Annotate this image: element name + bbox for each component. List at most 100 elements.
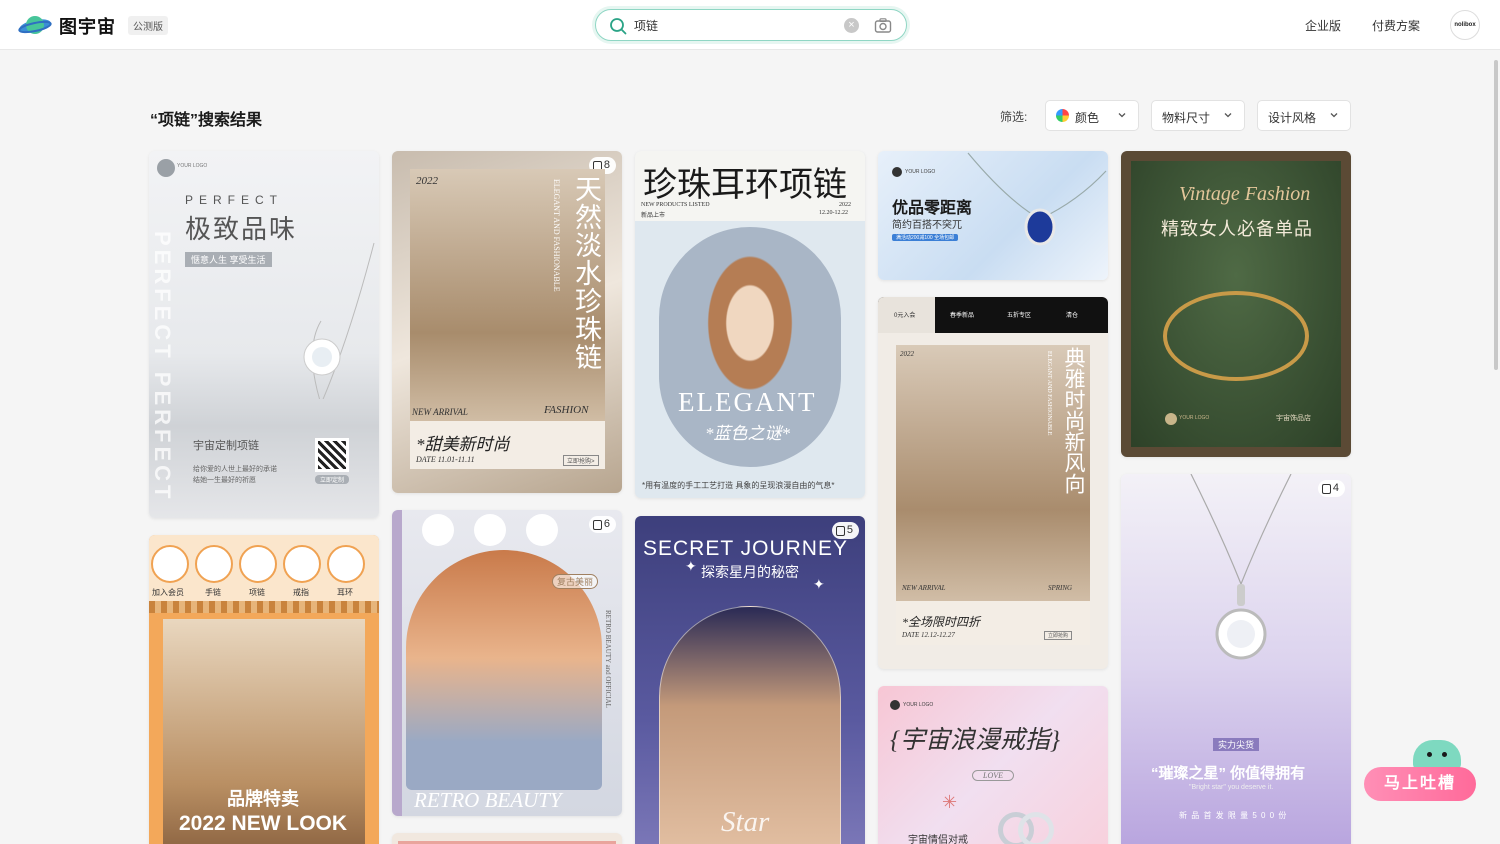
- filter-color-dropdown[interactable]: 颜色: [1045, 100, 1139, 131]
- card-cta: 立即抢购: [1044, 631, 1073, 640]
- logo-placeholder-icon: [157, 159, 175, 177]
- card-date-range: 12.20-12.22: [819, 210, 848, 216]
- product-date: DATE 12.12-12.27: [902, 631, 955, 639]
- decorative-side-bar: [392, 510, 402, 816]
- filter-size-dropdown[interactable]: 物料尺寸: [1151, 100, 1245, 131]
- product-desc-1: 给你爱的人世上最好的承诺: [193, 466, 277, 473]
- search-icon: [610, 18, 627, 35]
- card-word-cn: *蓝色之谜*: [705, 424, 790, 443]
- category-label: 手链: [205, 588, 221, 597]
- card-tag: 实力尖货: [1213, 738, 1260, 751]
- pages-icon: [835, 525, 845, 536]
- mascot-icon[interactable]: [1413, 740, 1461, 770]
- logo-placeholder-icon: [1165, 413, 1177, 425]
- template-card-perfect[interactable]: YOUR LOGO PERFECT 极致品味 惬意人生 享受生活 PERFECT…: [149, 151, 379, 518]
- camera-search-icon[interactable]: [874, 17, 892, 34]
- page-count-badge: 6: [588, 516, 616, 533]
- category-label: 耳环: [337, 588, 353, 597]
- card-title: 典雅时尚新风向: [1062, 347, 1085, 494]
- template-card-brand-sale[interactable]: 8 加入会员 手链 项链 戒指 耳环 品牌特卖 2022 NEW LOOK: [149, 535, 379, 844]
- chevron-down-icon: [1224, 113, 1232, 118]
- page-count-badge: 4: [1317, 480, 1345, 497]
- filter-label: 筛选:: [1000, 110, 1028, 124]
- card-tab: 春季新品: [950, 313, 975, 319]
- jewelry-thumb-icon: [474, 514, 506, 546]
- template-card-partial[interactable]: [392, 833, 622, 844]
- product-name: 宇宙情侣对戒: [908, 835, 968, 844]
- template-card-zero-distance[interactable]: YOUR LOGO 优品零距离 简约百搭不突兀 满活动200减100 全场包邮: [878, 151, 1108, 280]
- feedback-button[interactable]: 马上吐槽: [1364, 767, 1476, 801]
- template-card-retro-beauty[interactable]: 6 复古美丽 RETRO BEAUTY and OFFICIAL RETRO B…: [392, 510, 622, 816]
- decorative-stripe: [149, 601, 379, 613]
- filter-size-label: 物料尺寸: [1162, 111, 1211, 125]
- pages-icon: [592, 519, 602, 530]
- page-scrollbar[interactable]: [1494, 60, 1498, 370]
- card-side-text: ELEGANT AND FASHIONABLE: [1046, 351, 1052, 436]
- card-title: 珍珠耳环项链: [643, 167, 847, 204]
- search-input[interactable]: [634, 16, 834, 34]
- card-label-left: NEW ARRIVAL: [412, 407, 468, 417]
- card-tag: 满活动200减100 全场包邮: [892, 234, 959, 241]
- necklace-illustration: [303, 242, 375, 399]
- planet-logo-icon[interactable]: [18, 12, 52, 38]
- product-desc-2: 结她一生最好的祈愿: [193, 477, 256, 484]
- card-title: {宇宙浪漫戒指}: [890, 727, 1060, 754]
- diamond-pendant-illustration: [1190, 474, 1292, 660]
- chevron-down-icon: [1330, 113, 1338, 118]
- brand-name[interactable]: 图宇宙: [59, 13, 116, 39]
- card-subtitle: "Bright star" you deserve it.: [1189, 784, 1274, 791]
- card-logo-text: YOUR LOGO: [1179, 415, 1210, 421]
- filter-color-label: 颜色: [1075, 111, 1100, 125]
- card-side-text: RETRO BEAUTY and OFFICIAL: [604, 610, 612, 708]
- card-footer-text: 新 品 首 发 限 量 5 0 0 份: [1179, 811, 1288, 820]
- category-label: 加入会员: [152, 588, 184, 597]
- card-tag: 复古美丽: [552, 574, 599, 589]
- nav-pricing[interactable]: 付费方案: [1372, 17, 1420, 34]
- filter-style-label: 设计风格: [1268, 111, 1317, 125]
- template-card-pearl-chain[interactable]: 8 2022 天然淡水珍珠链 ELEGANT AND FASHIONABLE N…: [392, 151, 622, 493]
- template-card-romantic-ring[interactable]: YOUR LOGO {宇宙浪漫戒指} LOVE ✳ 宇宙情侣对戒: [878, 686, 1108, 844]
- clear-search-icon[interactable]: ×: [844, 18, 859, 33]
- card-logo-text: YOUR LOGO: [905, 169, 936, 175]
- search-bar[interactable]: ×: [595, 9, 907, 41]
- filter-style-dropdown[interactable]: 设计风格: [1257, 100, 1351, 131]
- category-earring-icon: [327, 545, 365, 583]
- logo-placeholder-icon: [890, 700, 900, 710]
- card-side-text: PERFECT PERFECT: [150, 231, 175, 503]
- nav-enterprise[interactable]: 企业版: [1305, 17, 1341, 34]
- pages-icon: [1321, 483, 1331, 494]
- sapphire-necklace-illustration: [967, 152, 1107, 246]
- template-card-vintage-fashion[interactable]: Vintage Fashion 精致女人必备单品 YOUR LOGO 宇宙饰品店: [1121, 151, 1351, 457]
- chevron-down-icon: [1118, 113, 1126, 118]
- card-script-title: Star: [721, 806, 770, 838]
- card-tab: 清仓: [1066, 313, 1079, 319]
- color-wheel-icon: [1056, 109, 1069, 122]
- card-script-title: RETRO BEAUTY: [414, 788, 562, 812]
- template-card-bright-star[interactable]: 4 实力尖货 “璀璨之星” 你值得拥有 "Bright star" you de…: [1121, 474, 1351, 844]
- card-subtitle: 简约百搭不突兀: [892, 220, 962, 231]
- jewelry-thumb-icon: [526, 514, 558, 546]
- product-name: *甜美新时尚: [416, 435, 510, 454]
- card-subtitle: 2022 NEW LOOK: [179, 812, 348, 835]
- card-love-tag: LOVE: [972, 770, 1014, 781]
- card-cta: 立即定制: [315, 475, 350, 484]
- card-logo-text: YOUR LOGO: [177, 163, 208, 169]
- card-title: 精致女人必备单品: [1161, 219, 1313, 239]
- card-title: 天然淡水珍珠链: [571, 175, 601, 371]
- card-subtitle: 探索星月的秘密: [701, 564, 799, 580]
- template-card-elegant-fashion[interactable]: 7 0元入会 春季新品 五折专区 清仓 2022 典雅时尚新风向 ELEGANT…: [878, 297, 1108, 669]
- top-header: 图宇宙 公测版 × 企业版 付费方案 nolibox: [0, 0, 1500, 50]
- template-card-pearl-earring[interactable]: 9 珍珠耳环项链 NEW PRODUCTS LISTED 新品上市 2022 1…: [635, 151, 865, 498]
- card-tab: 五折专区: [1007, 313, 1032, 319]
- template-card-secret-journey[interactable]: 5 SECRET JOURNEY 探索星月的秘密 ✦ ✦ Star: [635, 516, 865, 844]
- logo-placeholder-icon: [892, 167, 902, 177]
- card-title: SECRET JOURNEY: [643, 537, 848, 560]
- card-title: 品牌特卖: [227, 789, 299, 809]
- category-necklace-icon: [151, 545, 189, 583]
- results-title: “项链”搜索结果: [150, 112, 263, 129]
- user-avatar[interactable]: nolibox: [1450, 10, 1480, 40]
- card-year: 2022: [839, 202, 851, 208]
- card-label-right: SPRING: [1048, 584, 1073, 592]
- card-year: 2022: [416, 175, 438, 187]
- card-tab: 0元入会: [894, 313, 916, 319]
